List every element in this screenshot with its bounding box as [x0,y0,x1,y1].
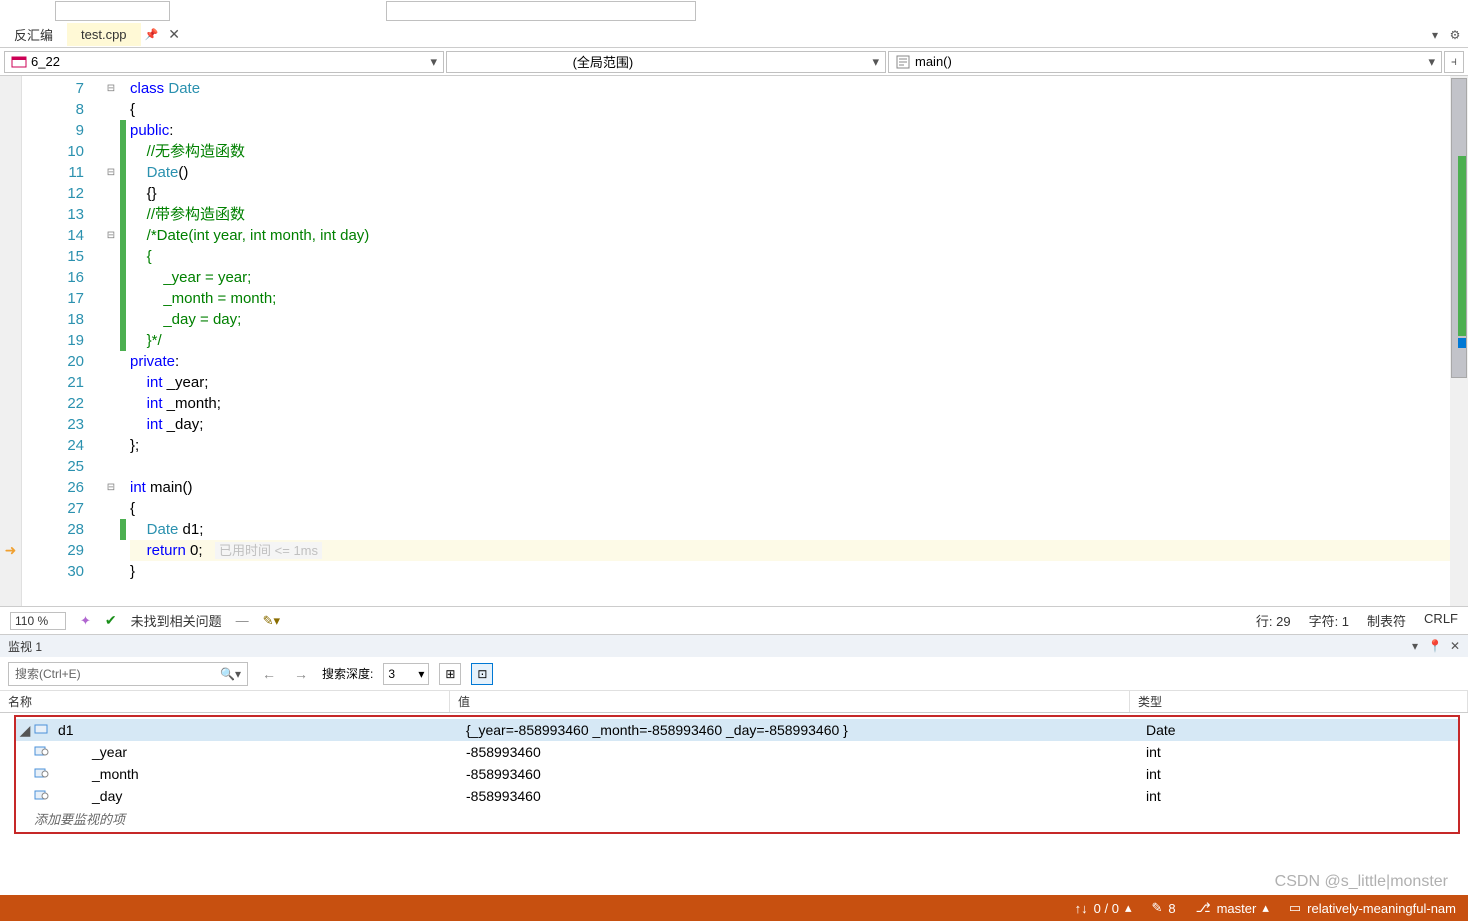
breakpoint-margin[interactable]: ➜ [0,76,22,606]
scroll-marker-green [1458,156,1466,336]
fold-margin[interactable]: ⊟⊟⊟⊟ [102,76,120,606]
branch-name: master [1217,901,1257,916]
bottom-status-bar: ↑↓ 0 / 0 ▴ ✎ 8 ⎇ master ▴ ▭ relatively-m… [0,895,1468,921]
vertical-scrollbar[interactable] [1450,76,1468,606]
watch-column-headers[interactable]: 名称 值 类型 [0,691,1468,713]
char-indicator[interactable]: 字符: 1 [1309,611,1349,630]
watch-row[interactable]: _year-858993460int [16,741,1458,763]
issues-text[interactable]: 未找到相关问题 [131,611,222,630]
toolbar-dropdown-1[interactable] [55,1,170,21]
col-header-type[interactable]: 类型 [1130,691,1468,712]
line-indicator[interactable]: 行: 29 [1256,611,1291,630]
function-dropdown[interactable]: main() ▾ [888,51,1442,73]
repo-name: relatively-meaningful-nam [1307,901,1456,916]
project-icon [11,54,27,70]
pin-panel-icon[interactable]: 📍 [1428,639,1442,653]
lineending-indicator[interactable]: CRLF [1424,611,1458,630]
panel-menu-icon[interactable]: ▾ [1408,639,1422,653]
toolbar-dropdown-2[interactable] [386,1,696,21]
gear-icon[interactable]: ⚙ [1448,28,1462,42]
chevron-down-icon: ▾ [430,54,437,70]
chevron-down-icon: ▾ [872,54,879,70]
pin-icon[interactable]: 📌 [141,28,163,41]
repo-indicator[interactable]: ▭ relatively-meaningful-nam [1289,900,1456,916]
search-next-icon[interactable]: → [290,666,312,682]
method-icon [895,54,911,70]
change-margin [120,76,128,606]
editor-status-bar: 110 % ✦ ✔ 未找到相关问题 — ✎▾ 行: 29 字符: 1 制表符 C… [0,606,1468,634]
col-header-value[interactable]: 值 [450,691,1130,712]
tab-more-icon[interactable]: ▾ [1428,28,1442,42]
class-text: (全局范围) [573,52,634,71]
watch-title-bar[interactable]: 监视 1 ▾ 📍 ✕ [0,635,1468,657]
tab-filename: test.cpp [81,27,127,42]
watch-panel: 监视 1 ▾ 📍 ✕ 搜索(Ctrl+E) 🔍▾ ← → 搜索深度: 3 ▾ ⊞… [0,634,1468,834]
chevron-down-icon: ▾ [1428,54,1435,70]
tab-testcpp[interactable]: test.cpp [67,23,141,46]
watch-tool-2[interactable]: ⊡ [471,663,493,685]
search-prev-icon[interactable]: ← [258,666,280,682]
scroll-marker-blue [1458,338,1466,348]
scope-text: 6_22 [31,54,60,69]
indent-indicator[interactable]: 制表符 [1367,611,1406,630]
watch-title-text: 监视 1 [8,638,42,655]
tab-disassembly[interactable]: 反汇编 [0,21,67,48]
code-area[interactable]: class Date{public: //无参构造函数 Date() {} //… [128,76,1468,606]
search-icon[interactable]: 🔍▾ [220,667,241,681]
watch-toolbar: 搜索(Ctrl+E) 🔍▾ ← → 搜索深度: 3 ▾ ⊞ ⊡ [0,657,1468,691]
edits-indicator[interactable]: ✎ 8 [1151,900,1175,916]
sync-count: 0 / 0 [1094,901,1119,916]
function-text: main() [915,54,952,69]
top-toolbar [0,0,1468,22]
chevron-down-icon: ▾ [418,667,424,681]
close-panel-icon[interactable]: ✕ [1448,639,1462,653]
watermark: CSDN @s_little|monster [1275,873,1448,891]
split-editor-icon[interactable]: ⫞ [1444,51,1464,73]
edits-count: 8 [1168,901,1175,916]
navigation-bar: 6_22 ▾ (全局范围) ▾ main() ▾ ⫞ [0,48,1468,76]
depth-value: 3 [388,667,395,681]
watch-row[interactable]: _day-858993460int [16,785,1458,807]
watch-search-input[interactable]: 搜索(Ctrl+E) 🔍▾ [8,662,248,686]
branch-indicator[interactable]: ⎇ master ▴ [1196,900,1269,916]
watch-row[interactable]: ◢d1{_year=-858993460 _month=-858993460 _… [16,719,1458,741]
depth-label: 搜索深度: [322,665,373,682]
watch-row[interactable]: _month-858993460int [16,763,1458,785]
watch-body: ◢d1{_year=-858993460 _month=-858993460 _… [14,715,1460,834]
check-icon: ✔ [105,612,117,629]
close-tab-icon[interactable]: ✕ [162,26,186,43]
col-header-name[interactable]: 名称 [0,691,450,712]
depth-dropdown[interactable]: 3 ▾ [383,663,429,685]
search-placeholder: 搜索(Ctrl+E) [15,665,81,682]
line-numbers: 7891011121314151617181920212223242526272… [22,76,102,606]
watch-tool-1[interactable]: ⊞ [439,663,461,685]
add-watch-item[interactable]: 添加要监视的项 [16,807,1458,830]
code-editor[interactable]: ➜ 78910111213141516171819202122232425262… [0,76,1468,606]
sync-indicator[interactable]: ↑↓ 0 / 0 ▴ [1075,900,1132,916]
scope-dropdown[interactable]: 6_22 ▾ [4,51,444,73]
zoom-dropdown[interactable]: 110 % [10,612,66,630]
lightbulb-icon[interactable]: ✎▾ [263,613,280,629]
class-dropdown[interactable]: (全局范围) ▾ [446,51,886,73]
intellicode-icon[interactable]: ✦ [80,613,91,629]
document-tabs: 反汇编 test.cpp 📌 ✕ ▾ ⚙ [0,22,1468,48]
